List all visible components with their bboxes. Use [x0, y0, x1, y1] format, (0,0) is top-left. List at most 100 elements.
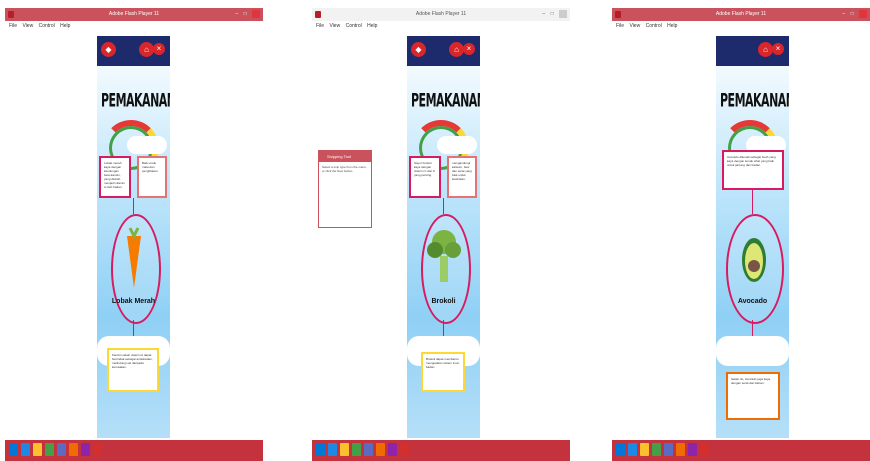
- info-card-left: Sayur brokoli kaya dengan vitamin C dan …: [409, 156, 441, 198]
- app-icon[interactable]: [364, 443, 373, 456]
- window-controls[interactable]: – □: [542, 8, 567, 21]
- app-icon[interactable]: [688, 443, 697, 456]
- window-titlebar: Adobe Flash Player 11 – □: [5, 8, 263, 21]
- info-card-bottom: Brokoli dapat membantu menguatkan sistem…: [421, 352, 465, 392]
- menu-bar: File View Control Help: [312, 22, 570, 30]
- cloud-image: [716, 336, 789, 366]
- folder-icon[interactable]: [340, 443, 349, 456]
- taskbar: [612, 440, 870, 461]
- connector-line: [133, 198, 134, 214]
- start-icon[interactable]: [316, 443, 325, 456]
- flash-stage: ◆ ⌂ × PEMAKANAN Lobak merah kaya dengan …: [97, 36, 170, 438]
- flash-app-icon: [615, 11, 621, 18]
- home-icon[interactable]: ⌂: [139, 42, 154, 57]
- app-icon[interactable]: [652, 443, 661, 456]
- start-icon[interactable]: [9, 443, 18, 456]
- menu-bar: File View Control Help: [5, 22, 263, 30]
- info-card-top: Avocado dikenali sebagai buah yang kaya …: [722, 150, 784, 190]
- window-titlebar: Adobe Flash Player 11 – □: [312, 8, 570, 21]
- window-3: Adobe Flash Player 11 – □ File View Cont…: [612, 0, 870, 461]
- app-icon[interactable]: [69, 443, 78, 456]
- close-icon[interactable]: ×: [153, 43, 165, 55]
- window-title: Adobe Flash Player 11: [415, 11, 467, 17]
- taskbar: [5, 440, 263, 461]
- window-title: Adobe Flash Player 11: [715, 11, 767, 17]
- snipping-tool-window[interactable]: Snipping Tool Select a snip type from th…: [318, 150, 372, 228]
- menu-help[interactable]: Help: [667, 23, 677, 29]
- ie-icon[interactable]: [328, 443, 337, 456]
- menu-view[interactable]: View: [22, 23, 33, 29]
- window-2: Adobe Flash Player 11 – □ File View Cont…: [312, 0, 570, 461]
- close-icon[interactable]: ×: [772, 43, 784, 55]
- page-title: PEMAKANAN: [101, 89, 170, 112]
- flash-icon[interactable]: [700, 443, 709, 456]
- snipping-body: Select a snip type from the menu, or cli…: [322, 165, 367, 173]
- menu-control[interactable]: Control: [39, 23, 55, 29]
- menu-file[interactable]: File: [616, 23, 624, 29]
- connector-line: [752, 190, 753, 214]
- ie-icon[interactable]: [628, 443, 637, 456]
- food-label: Lobak Merah: [111, 298, 156, 305]
- ie-icon[interactable]: [21, 443, 30, 456]
- menu-file[interactable]: File: [9, 23, 17, 29]
- cloud-image: [127, 136, 167, 154]
- folder-icon[interactable]: [640, 443, 649, 456]
- close-icon[interactable]: [559, 10, 567, 18]
- food-label: Avocado: [737, 298, 768, 305]
- snipping-title: Snipping Tool: [319, 151, 371, 162]
- flash-icon[interactable]: [93, 443, 102, 456]
- app-icon[interactable]: [45, 443, 54, 456]
- menu-bar: File View Control Help: [612, 22, 870, 30]
- menu-file[interactable]: File: [316, 23, 324, 29]
- menu-view[interactable]: View: [329, 23, 340, 29]
- back-icon[interactable]: ◆: [411, 42, 426, 57]
- back-icon[interactable]: ◆: [101, 42, 116, 57]
- broccoli-image: [427, 230, 461, 282]
- app-icon[interactable]: [57, 443, 66, 456]
- window-1: Adobe Flash Player 11 – □ File View Cont…: [5, 0, 263, 461]
- flash-stage: ◆ ⌂ × PEMAKANAN Sayur brokoli kaya denga…: [407, 36, 480, 438]
- close-icon[interactable]: [859, 10, 867, 18]
- info-card-left: Lobak merah kaya dengan kandungan beta-k…: [99, 156, 131, 198]
- menu-view[interactable]: View: [629, 23, 640, 29]
- cloud-image: [437, 136, 477, 154]
- menu-help[interactable]: Help: [367, 23, 377, 29]
- app-icon[interactable]: [676, 443, 685, 456]
- window-controls[interactable]: – □: [842, 8, 867, 21]
- app-icon[interactable]: [664, 443, 673, 456]
- carrot-image: [127, 227, 141, 288]
- app-icon[interactable]: [81, 443, 90, 456]
- info-card-right: Baik untuk mata dan penglihatan.: [137, 156, 167, 198]
- home-icon[interactable]: ⌂: [758, 42, 773, 57]
- avocado-image: [742, 238, 766, 282]
- info-card-bottom: Karotin selain vitamin A dapat bertindak…: [107, 348, 159, 392]
- menu-help[interactable]: Help: [60, 23, 70, 29]
- info-card-right: mengandungi kalsium, besi dan serat yang…: [447, 156, 477, 198]
- flash-app-icon: [8, 11, 14, 18]
- stage-header: ⌂ ×: [716, 36, 789, 66]
- window-controls[interactable]: – □: [235, 8, 260, 21]
- info-card-bottom: Selain itu, Avocado juga kaya dengan ser…: [726, 372, 780, 420]
- stage-header: ◆ ⌂ ×: [407, 36, 480, 66]
- food-label: Brokoli: [431, 298, 456, 305]
- app-icon[interactable]: [388, 443, 397, 456]
- app-icon[interactable]: [376, 443, 385, 456]
- folder-icon[interactable]: [33, 443, 42, 456]
- app-icon[interactable]: [352, 443, 361, 456]
- close-icon[interactable]: [252, 10, 260, 18]
- page-title: PEMAKANAN: [411, 89, 480, 112]
- taskbar: [312, 440, 570, 461]
- menu-control[interactable]: Control: [346, 23, 362, 29]
- page-title: PEMAKANAN: [720, 89, 789, 112]
- connector-line: [443, 198, 444, 214]
- window-title: Adobe Flash Player 11: [108, 11, 160, 17]
- close-icon[interactable]: ×: [463, 43, 475, 55]
- window-titlebar: Adobe Flash Player 11 – □: [612, 8, 870, 21]
- start-icon[interactable]: [616, 443, 625, 456]
- stage-header: ◆ ⌂ ×: [97, 36, 170, 66]
- home-icon[interactable]: ⌂: [449, 42, 464, 57]
- menu-control[interactable]: Control: [646, 23, 662, 29]
- flash-icon[interactable]: [400, 443, 409, 456]
- flash-stage: ⌂ × PEMAKANAN Avocado dikenali sebagai b…: [716, 36, 789, 438]
- flash-app-icon: [315, 11, 321, 18]
